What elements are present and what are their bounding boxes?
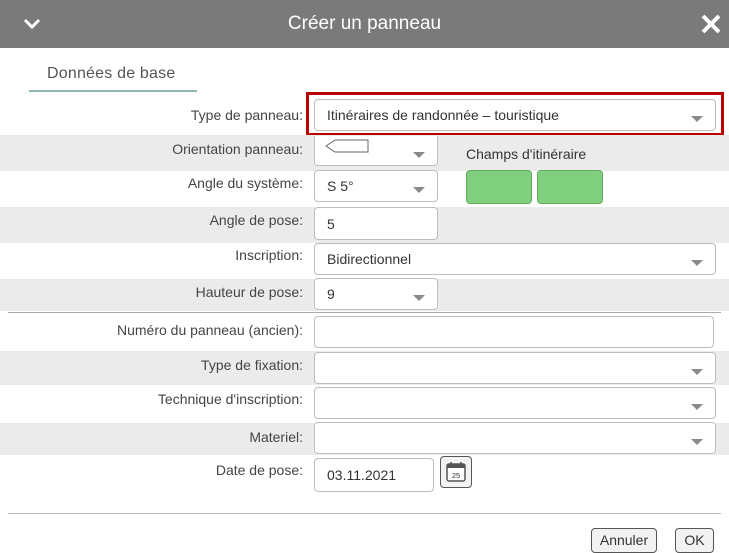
chevron-down-icon — [691, 404, 703, 410]
materiel-select[interactable] — [314, 422, 716, 454]
label-hauteur-pose: Hauteur de pose: — [195, 284, 303, 300]
cancel-button[interactable]: Annuler — [591, 528, 657, 553]
highlight-box — [306, 92, 724, 136]
ok-button[interactable]: OK — [675, 528, 714, 553]
tab-label: Données de base — [47, 65, 176, 82]
label-technique-inscription: Technique d'inscription: — [157, 391, 303, 407]
chevron-down-icon — [413, 151, 425, 158]
inscription-value: Bidirectionnel — [327, 251, 412, 267]
numero-ancien-input[interactable] — [314, 316, 714, 348]
dialog-titlebar: Créer un panneau — [0, 0, 729, 48]
label-materiel: Materiel: — [249, 429, 303, 445]
route-field-2[interactable] — [537, 170, 603, 204]
footer-divider — [8, 513, 721, 514]
label-type-panneau: Type de panneau: — [190, 107, 303, 123]
angle-pose-input[interactable]: 5 — [314, 207, 438, 240]
inscription-select[interactable]: Bidirectionnel — [314, 243, 716, 275]
close-icon[interactable] — [699, 12, 723, 36]
angle-pose-value: 5 — [327, 215, 335, 232]
label-angle-pose: Angle de pose: — [209, 212, 303, 228]
label-numero-ancien: Numéro du panneau (ancien): — [116, 322, 303, 338]
champs-itineraire-label: Champs d'itinéraire — [466, 146, 587, 162]
dialog-title: Créer un panneau — [287, 13, 442, 34]
label-type-fixation: Type de fixation: — [201, 357, 303, 373]
label-orientation: Orientation panneau: — [172, 141, 303, 157]
arrow-sign-icon — [325, 139, 369, 153]
date-pose-input[interactable]: 03.11.2021 — [314, 458, 434, 492]
label-inscription: Inscription: — [235, 247, 303, 263]
calendar-button[interactable]: 25 — [440, 456, 472, 488]
calendar-icon: 25 — [446, 462, 466, 482]
orientation-select[interactable] — [314, 136, 438, 166]
chevron-down-icon — [691, 260, 703, 266]
svg-text:25: 25 — [452, 471, 460, 480]
hauteur-pose-value: 9 — [327, 286, 335, 302]
date-pose-value: 03.11.2021 — [327, 467, 397, 483]
type-fixation-select[interactable] — [314, 352, 716, 384]
chevron-down-icon — [691, 369, 703, 375]
label-date-pose: Date de pose: — [215, 462, 303, 478]
angle-systeme-value: S 5° — [327, 178, 354, 194]
route-field-1[interactable] — [466, 170, 532, 204]
chevron-down-icon — [413, 187, 425, 193]
label-angle-systeme: Angle du système: — [187, 175, 303, 191]
chevron-down-icon — [691, 439, 703, 445]
technique-inscription-select[interactable] — [314, 387, 716, 419]
tab-donnees-de-base[interactable]: Données de base — [29, 60, 197, 92]
hauteur-pose-select[interactable]: 9 — [314, 278, 438, 310]
chevron-down-icon — [413, 295, 425, 301]
angle-systeme-select[interactable]: S 5° — [314, 170, 438, 202]
